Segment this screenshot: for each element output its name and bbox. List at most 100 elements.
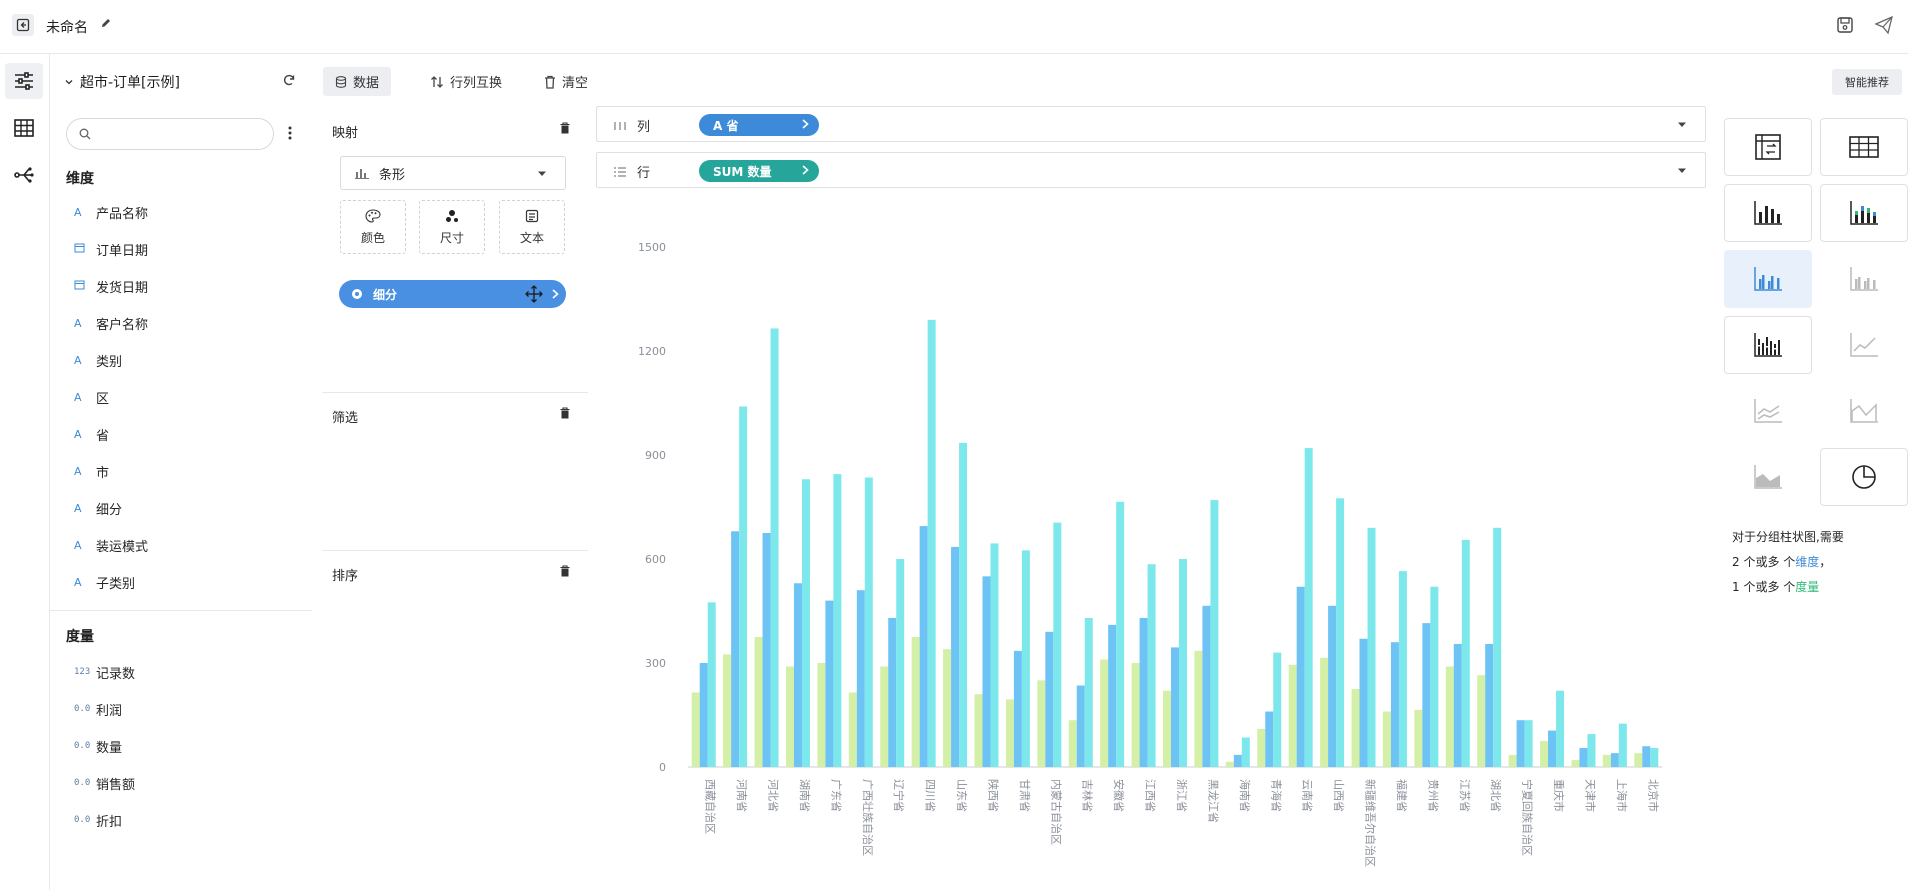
columns-pill[interactable]: A 省: [699, 114, 819, 136]
bar[interactable]: [927, 319, 936, 767]
bar[interactable]: [1225, 761, 1234, 767]
dimension-field[interactable]: 订单日期: [74, 237, 148, 261]
bar[interactable]: [919, 526, 928, 767]
multi-line-icon[interactable]: [1724, 382, 1812, 440]
trash-icon[interactable]: [560, 122, 570, 138]
save-icon[interactable]: [1835, 15, 1855, 39]
bar[interactable]: [793, 583, 802, 767]
bar[interactable]: [1414, 709, 1423, 767]
page-title[interactable]: 未命名: [46, 17, 88, 37]
data-button[interactable]: 数据: [323, 67, 392, 96]
dimension-field[interactable]: A 装运模式: [74, 533, 148, 557]
bar[interactable]: [731, 531, 740, 767]
bar[interactable]: [1540, 741, 1549, 767]
bar[interactable]: [1650, 747, 1659, 767]
dimension-field[interactable]: A市: [74, 459, 109, 483]
bar[interactable]: [1390, 642, 1399, 767]
bar[interactable]: [1005, 699, 1014, 767]
dimension-field[interactable]: A区: [74, 385, 109, 409]
bar[interactable]: [1257, 728, 1266, 767]
bar[interactable]: [1602, 754, 1611, 767]
bar[interactable]: [1265, 711, 1274, 767]
pivot-table-icon[interactable]: [1724, 118, 1812, 176]
bar[interactable]: [825, 600, 834, 767]
search-input[interactable]: [97, 126, 267, 142]
bar[interactable]: [1445, 666, 1454, 767]
bar[interactable]: [1013, 650, 1022, 767]
bar[interactable]: [1179, 559, 1187, 767]
bar[interactable]: [1100, 659, 1109, 767]
bar[interactable]: [691, 692, 700, 767]
area-chart-icon[interactable]: [1724, 448, 1812, 506]
bar-chart-icon[interactable]: [1724, 184, 1812, 242]
mark-type-select[interactable]: 条形: [340, 156, 566, 190]
pencil-icon[interactable]: [100, 17, 112, 33]
bar[interactable]: [856, 590, 865, 767]
dimension-field[interactable]: A 类别: [74, 348, 122, 372]
bar[interactable]: [1037, 680, 1046, 767]
bar[interactable]: [1548, 730, 1557, 767]
bar[interactable]: [1241, 737, 1250, 767]
bar[interactable]: [1571, 760, 1580, 767]
bar[interactable]: [707, 602, 716, 767]
bar[interactable]: [1524, 720, 1533, 767]
trash-icon[interactable]: [560, 565, 570, 581]
bar[interactable]: [1194, 650, 1203, 767]
bar[interactable]: [1642, 746, 1651, 767]
chevron-right-icon[interactable]: [552, 289, 559, 299]
size-button[interactable]: 尺寸: [419, 200, 485, 254]
bar[interactable]: [1516, 720, 1525, 767]
bar[interactable]: [1053, 522, 1062, 767]
bar[interactable]: [1045, 631, 1054, 767]
bar[interactable]: [1288, 664, 1297, 767]
bar[interactable]: [1336, 498, 1345, 767]
dataset-selector[interactable]: 超市-订单[示例]: [64, 72, 180, 92]
color-button[interactable]: 颜色: [340, 200, 406, 254]
bar[interactable]: [1422, 623, 1431, 767]
measure-field[interactable]: 0.0 销售额: [74, 771, 135, 795]
detail-pill[interactable]: 细分: [339, 280, 566, 308]
chevron-right-icon[interactable]: [802, 119, 809, 129]
chevron-right-icon[interactable]: [802, 165, 809, 175]
bar[interactable]: [1273, 652, 1282, 767]
table-chart-icon[interactable]: [1820, 118, 1908, 176]
bar[interactable]: [1485, 643, 1494, 767]
dense-bar-icon[interactable]: [1724, 316, 1812, 374]
bar[interactable]: [770, 328, 779, 767]
bar[interactable]: [1296, 586, 1305, 767]
caret-down-icon[interactable]: [1677, 122, 1687, 128]
measure-field[interactable]: 0.0 折扣: [74, 808, 122, 832]
rows-pill[interactable]: SUM 数量: [699, 160, 819, 182]
bar[interactable]: [1477, 675, 1486, 767]
bar[interactable]: [848, 692, 857, 767]
smart-recommend-button[interactable]: 智能推荐: [1832, 69, 1902, 95]
stacked-bar-icon[interactable]: [1820, 184, 1908, 242]
refresh-icon[interactable]: [282, 73, 296, 91]
bar[interactable]: [1328, 605, 1337, 767]
flow-icon[interactable]: [5, 157, 43, 193]
bar[interactable]: [1493, 527, 1502, 767]
bar[interactable]: [817, 663, 826, 767]
area-line-icon[interactable]: [1820, 382, 1908, 440]
bar[interactable]: [785, 666, 794, 767]
rows-shelf[interactable]: 行 SUM 数量: [596, 152, 1706, 188]
percent-bar-icon[interactable]: [1820, 250, 1908, 308]
bar[interactable]: [864, 477, 873, 767]
dimension-field[interactable]: A 客户名称: [74, 311, 148, 335]
bar[interactable]: [943, 649, 952, 767]
dimension-field[interactable]: A 产品名称: [74, 200, 148, 224]
bar[interactable]: [1163, 690, 1171, 767]
bar[interactable]: [1139, 617, 1148, 767]
bar[interactable]: [1304, 448, 1313, 767]
bar[interactable]: [1610, 753, 1619, 767]
bar[interactable]: [1634, 753, 1643, 767]
move-icon[interactable]: [525, 285, 543, 303]
bar[interactable]: [1508, 754, 1517, 767]
bar[interactable]: [1430, 586, 1439, 767]
bar[interactable]: [1367, 527, 1376, 767]
bar[interactable]: [911, 637, 920, 767]
back-icon[interactable]: [12, 14, 34, 36]
bar[interactable]: [1202, 605, 1211, 767]
bar[interactable]: [1210, 500, 1219, 767]
dimension-field[interactable]: A 子类别: [74, 570, 135, 594]
